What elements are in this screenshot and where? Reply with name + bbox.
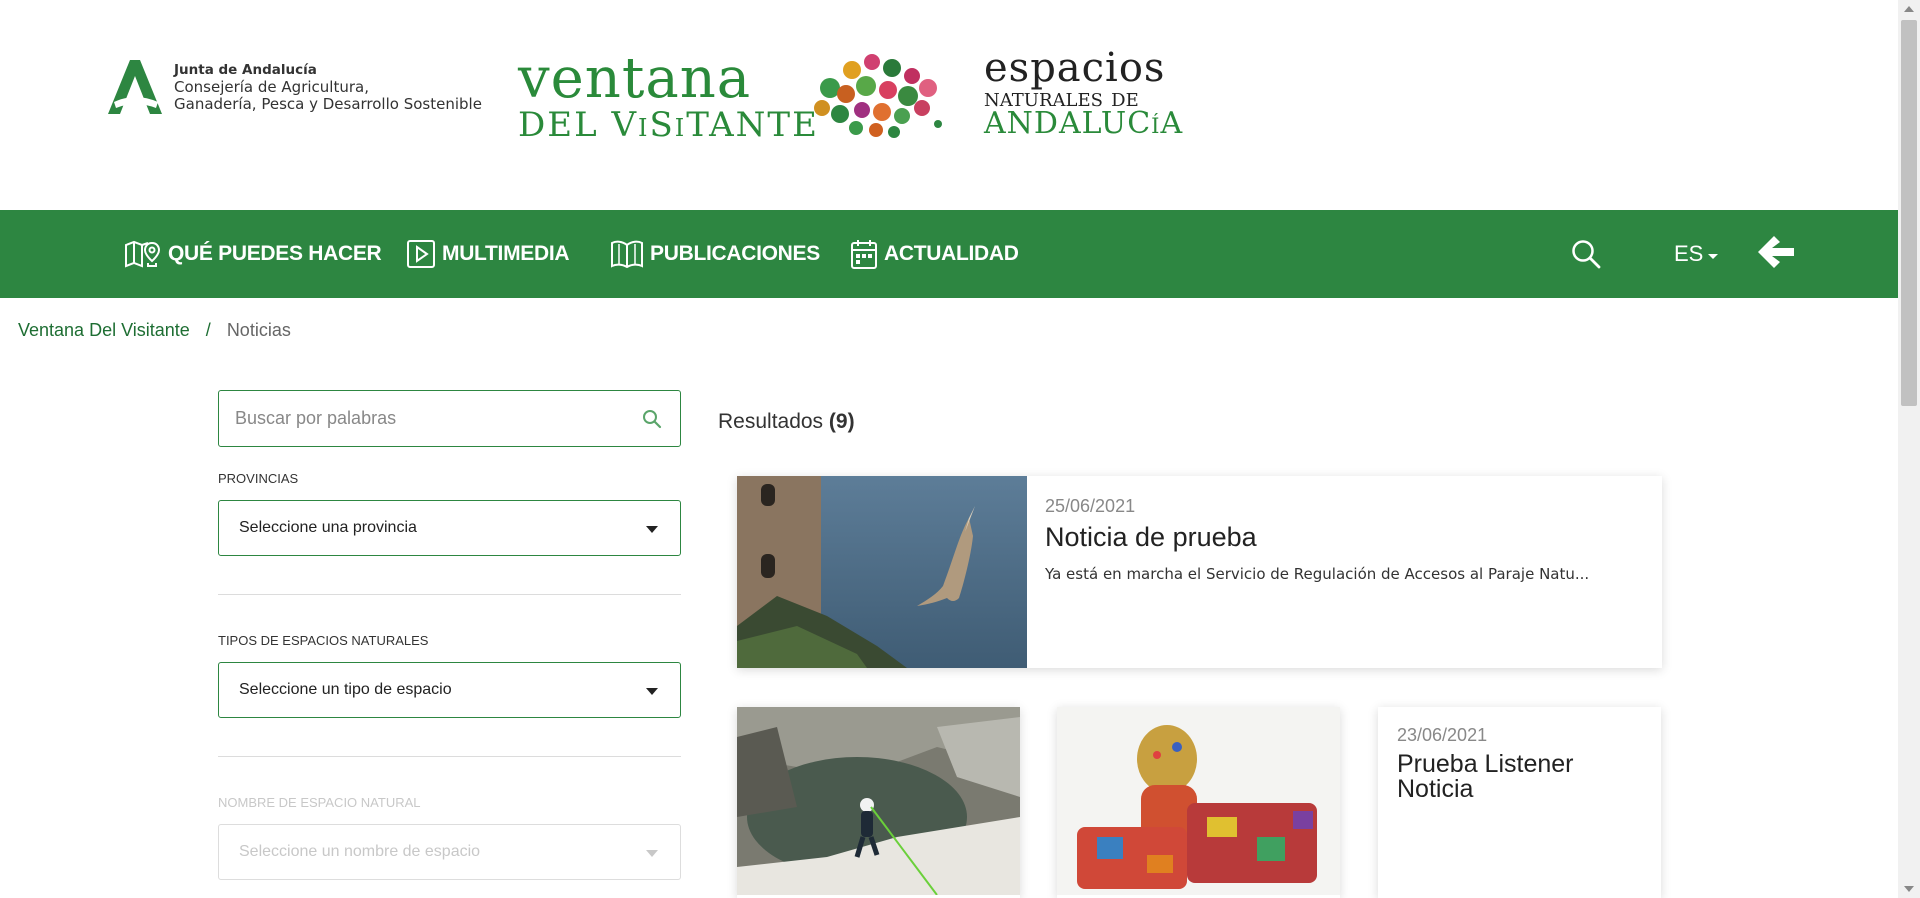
provincias-select-value: Seleccione una provincia bbox=[239, 519, 417, 536]
nombre-select-value: Seleccione un nombre de espacio bbox=[239, 843, 481, 860]
divider bbox=[218, 756, 681, 757]
scroll-up-icon[interactable] bbox=[1904, 6, 1914, 12]
ventana-visitante-logo[interactable]: ventana DEL ViSiTANTE bbox=[518, 46, 819, 145]
nav-que-puedes-hacer[interactable]: QUÉ PUEDES HACER bbox=[124, 210, 382, 298]
nombre-select[interactable]: Seleccione un nombre de espacio bbox=[218, 824, 681, 880]
nature-mosaic-icon bbox=[814, 54, 942, 138]
news-title[interactable]: Noticia de prueba bbox=[1045, 523, 1589, 551]
search-input[interactable] bbox=[235, 408, 615, 429]
news-card-body: 23/06/2021 Prueba Listener Noticia bbox=[1378, 707, 1661, 820]
chevron-down-icon bbox=[646, 526, 658, 533]
canyoning-photo bbox=[737, 707, 1020, 895]
breadcrumb-separator: / bbox=[205, 320, 211, 340]
news-card-body: 25/06/2021 Noticia de prueba Ya está en … bbox=[1027, 476, 1607, 668]
nav-que-puedes-hacer-label: QUÉ PUEDES HACER bbox=[168, 242, 382, 265]
news-date: 23/06/2021 bbox=[1397, 725, 1488, 745]
junta-line2: Consejería de Agricultura, bbox=[174, 77, 369, 96]
chevron-down-icon bbox=[1708, 253, 1719, 259]
news-title[interactable]: Prueba Listener Noticia bbox=[1397, 752, 1642, 802]
news-card[interactable] bbox=[737, 707, 1020, 898]
nav-actualidad[interactable]: ACTUALIDAD bbox=[850, 210, 1019, 298]
news-description: Ya está en marcha el Servicio de Regulac… bbox=[1045, 565, 1590, 583]
filters-sidebar: PROVINCIAS Seleccione una provincia TIPO… bbox=[218, 390, 681, 880]
search-icon[interactable] bbox=[1570, 238, 1602, 270]
nav-publicaciones-label: PUBLICACIONES bbox=[650, 242, 820, 265]
results-count: (9) bbox=[828, 410, 855, 433]
chevron-down-icon bbox=[646, 688, 658, 695]
chevron-down-icon bbox=[646, 850, 658, 857]
sculpture-photo bbox=[1057, 707, 1340, 895]
nombre-label: NOMBRE DE ESPACIO NATURAL bbox=[218, 795, 421, 810]
news-image-canyoning bbox=[737, 707, 1020, 895]
news-card[interactable]: 23/06/2021 Prueba Listener Noticia bbox=[1378, 707, 1661, 898]
news-date: 25/06/2021 bbox=[1045, 496, 1136, 516]
ventana-line1: ventana bbox=[518, 46, 752, 111]
breadcrumb-current: Noticias bbox=[226, 320, 291, 340]
breadcrumb: Ventana Del Visitante / Noticias bbox=[18, 320, 291, 341]
tipos-select[interactable]: Seleccione un tipo de espacio bbox=[218, 662, 681, 718]
ventana-line2: DEL ViSiTANTE bbox=[518, 105, 819, 145]
bird-photo bbox=[737, 476, 1027, 668]
junta-emblem-icon bbox=[108, 60, 162, 114]
language-selector[interactable]: ES bbox=[1674, 210, 1719, 298]
calendar-icon bbox=[851, 240, 877, 269]
junta-text: Junta de Andalucía Consejería de Agricul… bbox=[174, 62, 482, 113]
scrollbar[interactable] bbox=[1898, 0, 1920, 898]
page: Junta de Andalucía Consejería de Agricul… bbox=[0, 0, 1920, 898]
arrow-left-icon[interactable] bbox=[1756, 232, 1796, 272]
news-card[interactable] bbox=[1057, 707, 1340, 898]
junta-andalucia-logo[interactable]: Junta de Andalucía Consejería de Agricul… bbox=[104, 58, 482, 116]
news-card-featured[interactable]: 25/06/2021 Noticia de prueba Ya está en … bbox=[737, 476, 1662, 668]
book-icon bbox=[611, 240, 643, 269]
espacios-naturales-logo[interactable]: espacios naturales de ANDALUCíA bbox=[984, 45, 1184, 141]
nav-multimedia-label: MULTIMEDIA bbox=[442, 242, 570, 265]
tipos-label: TIPOS DE ESPACIOS NATURALES bbox=[218, 633, 429, 648]
espacios-line1: espacios bbox=[984, 45, 1166, 91]
scroll-down-icon[interactable] bbox=[1904, 886, 1914, 892]
espacios-line3: ANDALUCíA bbox=[984, 106, 1184, 141]
nav-multimedia[interactable]: MULTIMEDIA bbox=[406, 210, 570, 298]
junta-line3: Ganadería, Pesca y Desarrollo Sostenible bbox=[174, 94, 482, 113]
news-image-sculpture bbox=[1057, 707, 1340, 895]
main-navbar: QUÉ PUEDES HACER MULTIMEDIA PUBLICACIONE… bbox=[0, 210, 1898, 298]
junta-line1: Junta de Andalucía bbox=[174, 61, 317, 78]
language-label: ES bbox=[1674, 241, 1704, 266]
map-pin-icon bbox=[125, 240, 161, 268]
scrollbar-thumb[interactable] bbox=[1901, 20, 1917, 406]
provincias-select[interactable]: Seleccione una provincia bbox=[218, 500, 681, 556]
breadcrumb-home-link[interactable]: Ventana Del Visitante bbox=[18, 320, 190, 341]
site-header: Junta de Andalucía Consejería de Agricul… bbox=[0, 0, 1898, 210]
play-icon bbox=[407, 240, 435, 268]
search-icon[interactable] bbox=[642, 409, 662, 429]
results-heading: Resultados (9) bbox=[718, 410, 855, 434]
nav-publicaciones[interactable]: PUBLICACIONES bbox=[610, 210, 820, 298]
divider bbox=[218, 594, 681, 595]
nav-actualidad-label: ACTUALIDAD bbox=[884, 242, 1019, 265]
results-label: Resultados bbox=[718, 410, 824, 433]
search-field[interactable] bbox=[218, 390, 681, 447]
news-image-bird bbox=[737, 476, 1027, 668]
tipos-select-value: Seleccione un tipo de espacio bbox=[239, 681, 452, 698]
provincias-label: PROVINCIAS bbox=[218, 471, 299, 486]
